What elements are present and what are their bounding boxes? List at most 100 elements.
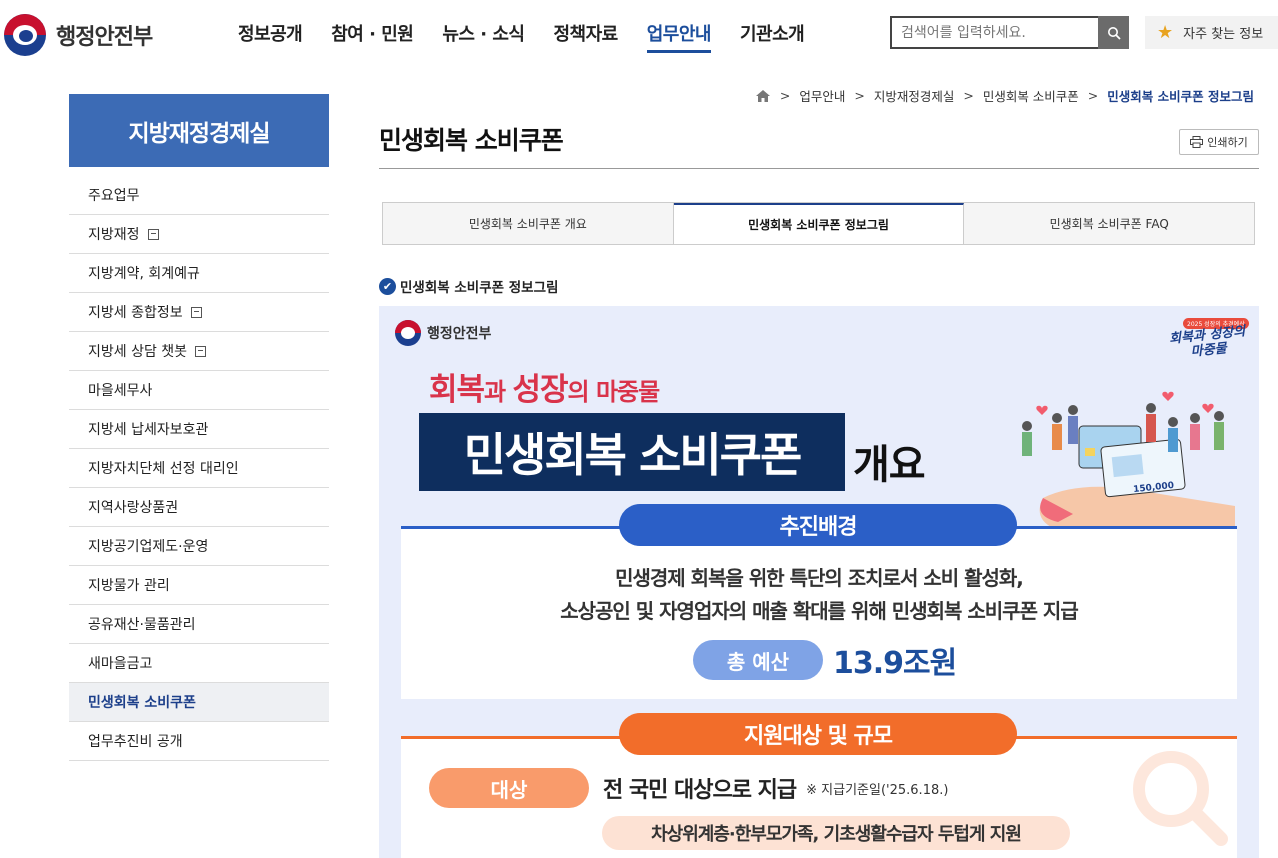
- magnifier-icon: [1133, 751, 1228, 846]
- search-bar: [890, 16, 1129, 49]
- budget-row: 총 예산 13.9조원: [693, 638, 957, 682]
- breadcrumb-separator: >: [1087, 88, 1099, 103]
- search-input[interactable]: [892, 18, 1098, 47]
- search-icon: [1107, 26, 1121, 40]
- slogan-part: 성장: [512, 372, 568, 408]
- sidebar-item-local-finance[interactable]: 지방재정: [69, 215, 329, 254]
- taegeuk-logo-icon: [395, 320, 421, 346]
- background-section-title: 추진배경: [619, 504, 1017, 546]
- breadcrumb-separator: >: [963, 88, 974, 103]
- sidebar-title: 지방재정경제실: [69, 94, 329, 167]
- slogan-part: 과: [484, 378, 513, 406]
- nav-item-info-disclosure[interactable]: 정보공개: [238, 20, 303, 53]
- sidebar-item-village-tax[interactable]: 마을세무사: [69, 371, 329, 410]
- breadcrumb-current: 민생회복 소비쿠폰 정보그림: [1107, 89, 1254, 104]
- site-header: 행정안전부 정보공개 참여 · 민원 뉴스 · 소식 정책자료 업무안내 기관소…: [0, 0, 1278, 68]
- sidebar-item-consumption-coupon[interactable]: 민생회복 소비쿠폰: [69, 683, 329, 722]
- target-section-title: 지원대상 및 규모: [619, 713, 1017, 755]
- section-heading-text: 민생회복 소비쿠폰 정보그림: [400, 280, 559, 296]
- tab-infographic[interactable]: 민생회복 소비쿠폰 정보그림: [673, 203, 965, 244]
- sidebar-menu: 주요업무 지방재정 지방계약, 회계예규 지방세 종합정보 지방세 상담 챗봇 …: [69, 176, 329, 761]
- nav-item-about[interactable]: 기관소개: [740, 20, 805, 53]
- check-circle-icon: ✔: [379, 277, 396, 295]
- sidebar-item-saemaul[interactable]: 새마을금고: [69, 644, 329, 683]
- slogan-part: 의 마중물: [567, 378, 661, 406]
- infographic-title-suffix: 개요: [853, 442, 926, 488]
- sidebar-item-prices[interactable]: 지방물가 관리: [69, 566, 329, 605]
- background-text-line: 소상공인 및 자영업자의 매출 확대를 위해 민생회복 소비쿠폰 지급: [560, 599, 1079, 623]
- breadcrumb-item[interactable]: 민생회복 소비쿠폰: [983, 86, 1079, 105]
- sidebar-item-label: 지방세 종합정보: [88, 305, 183, 321]
- breadcrumb: > 업무안내 > 지방재정경제실 > 민생회복 소비쿠폰 > 민생회복 소비쿠폰…: [755, 86, 1254, 105]
- background-text-line: 민생경제 회복을 위한 특단의 조치로서 소비 활성화,: [615, 566, 1024, 590]
- sidebar-item-label: 지방재정: [88, 227, 140, 243]
- infographic-main-title: 민생회복 소비쿠폰: [419, 413, 845, 491]
- section-heading: ✔ 민생회복 소비쿠폰 정보그림: [379, 276, 558, 296]
- breadcrumb-separator: >: [779, 88, 791, 103]
- sidebar-item-label: 주요업무: [88, 188, 140, 204]
- sidebar-item-public-enterprise[interactable]: 지방공기업제도·운영: [69, 527, 329, 566]
- star-icon: ★: [1157, 22, 1174, 43]
- sidebar-item-main-work[interactable]: 주요업무: [69, 176, 329, 215]
- infographic-image: 행정안전부 2025 성장의 추경예산 회복과 성장의 마중물 회복과 성장의 …: [379, 306, 1259, 858]
- sidebar-item-agent[interactable]: 지방자치단체 선정 대리인: [69, 449, 329, 488]
- page-title: 민생회복 소비쿠폰: [379, 126, 564, 155]
- infographic-logo-text: 행정안전부: [427, 326, 492, 342]
- nav-item-participation[interactable]: 참여 · 민원: [331, 20, 414, 53]
- sidebar-item-label: 지방계약, 회계예규: [88, 266, 200, 282]
- sidebar-item-label: 새마을금고: [88, 656, 153, 672]
- campaign-badge: 2025 성장의 추경예산 회복과 성장의 마중물: [1168, 318, 1249, 362]
- printer-icon: [1190, 136, 1204, 148]
- content-tabs: 민생회복 소비쿠폰 개요 민생회복 소비쿠폰 정보그림 민생회복 소비쿠폰 FA…: [382, 202, 1255, 245]
- sidebar-item-label: 지방자치단체 선정 대리인: [88, 461, 239, 477]
- logo-text: 행정안전부: [56, 25, 153, 50]
- target-note: ※ 지급기준일('25.6.18.): [806, 782, 949, 798]
- taegeuk-logo-icon: [4, 14, 46, 56]
- sidebar-item-property[interactable]: 공유재산·물품관리: [69, 605, 329, 644]
- sidebar-item-label: 민생회복 소비쿠폰: [88, 695, 196, 711]
- nav-item-news[interactable]: 뉴스 · 소식: [442, 20, 525, 53]
- target-row: 대상 전 국민 대상으로 지급 ※ 지급기준일('25.6.18.): [429, 768, 948, 808]
- sidebar-item-label: 공유재산·물품관리: [88, 617, 196, 633]
- new-window-icon: [195, 345, 207, 357]
- search-button[interactable]: [1098, 16, 1129, 49]
- sidebar-item-label: 지방세 납세자보호관: [88, 422, 209, 438]
- main-nav: 정보공개 참여 · 민원 뉴스 · 소식 정책자료 업무안내 기관소개: [238, 20, 833, 53]
- nav-item-business[interactable]: 업무안내: [646, 20, 712, 53]
- sidebar-item-contracts[interactable]: 지방계약, 회계예규: [69, 254, 329, 293]
- sidebar-item-expense-disclosure[interactable]: 업무추진비 공개: [69, 722, 329, 761]
- infographic-slogan: 회복과 성장의 마중물: [429, 364, 661, 409]
- favorites-label: 자주 찾는 정보: [1183, 27, 1264, 42]
- budget-value: 13.9조원: [833, 646, 957, 681]
- home-icon[interactable]: [755, 89, 771, 103]
- divider: [379, 168, 1259, 169]
- new-window-icon: [147, 228, 159, 240]
- coupon-people-illustration: 150,000: [1022, 391, 1235, 528]
- sidebar-item-label: 지방물가 관리: [88, 578, 170, 594]
- sidebar-item-label: 지역사랑상품권: [88, 500, 179, 516]
- sidebar-item-label: 지방세 상담 챗봇: [88, 344, 188, 360]
- infographic-logo: 행정안전부: [395, 320, 491, 346]
- sidebar-item-label: 지방공기업제도·운영: [88, 539, 209, 555]
- sidebar-item-local-voucher[interactable]: 지역사랑상품권: [69, 488, 329, 527]
- breadcrumb-separator: >: [854, 88, 865, 103]
- sidebar-item-tax-chatbot[interactable]: 지방세 상담 챗봇: [69, 332, 329, 371]
- badge-text: 회복과 성장의 마중물: [1168, 324, 1249, 362]
- tab-faq[interactable]: 민생회복 소비쿠폰 FAQ: [964, 203, 1254, 244]
- sidebar-item-local-tax-info[interactable]: 지방세 종합정보: [69, 293, 329, 332]
- print-button[interactable]: 인쇄하기: [1179, 129, 1259, 155]
- breadcrumb-item[interactable]: 업무안내: [799, 86, 845, 105]
- breadcrumb-item[interactable]: 지방재정경제실: [874, 86, 955, 105]
- print-label: 인쇄하기: [1207, 136, 1248, 149]
- sidebar-item-label: 마을세무사: [88, 383, 153, 399]
- target-value: 전 국민 대상으로 지급: [603, 778, 797, 803]
- budget-label: 총 예산: [693, 640, 823, 680]
- site-logo[interactable]: 행정안전부: [4, 14, 153, 56]
- sidebar-item-taxpayer-protector[interactable]: 지방세 납세자보호관: [69, 410, 329, 449]
- target-sub-text: 차상위계층·한부모가족, 기초생활수급자 두텁게 지원: [602, 816, 1070, 850]
- sidebar-item-label: 업무추진비 공개: [88, 734, 183, 750]
- nav-item-policy[interactable]: 정책자료: [554, 20, 619, 53]
- tab-overview[interactable]: 민생회복 소비쿠폰 개요: [383, 203, 674, 244]
- target-label: 대상: [429, 768, 589, 808]
- favorites-button[interactable]: ★ 자주 찾는 정보: [1145, 16, 1278, 49]
